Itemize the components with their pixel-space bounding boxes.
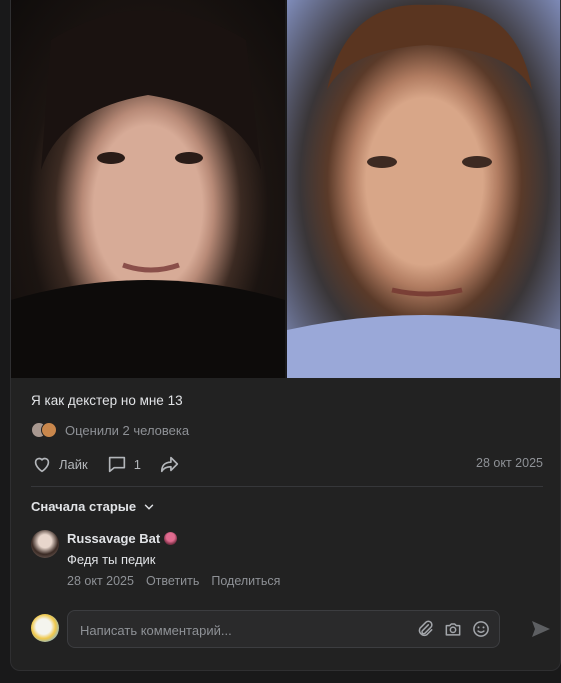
heart-icon — [34, 457, 50, 473]
current-user-avatar[interactable] — [31, 614, 59, 642]
emoji-button[interactable] — [471, 619, 491, 639]
like-label: Лайк — [59, 456, 88, 472]
emoji-icon — [473, 621, 489, 637]
post-caption: Я как декстер но мне 13 — [31, 393, 183, 408]
share-link[interactable]: Поделиться — [211, 574, 280, 588]
post-actions: Лайк 1 28 окт 2025 — [31, 452, 543, 476]
comment-input-box — [67, 610, 500, 648]
post-photo-right[interactable] — [287, 0, 560, 378]
liker-avatars — [31, 422, 57, 438]
comment-date[interactable]: 28 окт 2025 — [67, 574, 134, 588]
likes-summary-text: Оценили 2 человека — [65, 422, 190, 438]
comments-sort-dropdown[interactable]: Сначала старые — [31, 499, 156, 514]
photo-right-illustration — [287, 4, 560, 378]
reply-link[interactable]: Ответить — [146, 574, 199, 588]
comment-text: Федя ты педик — [67, 552, 156, 567]
liker-avatar — [41, 422, 57, 438]
comment-count: 1 — [133, 456, 141, 472]
send-icon — [532, 621, 550, 637]
send-button[interactable] — [529, 617, 553, 641]
attach-button[interactable] — [415, 619, 435, 639]
photo-collage — [11, 0, 560, 378]
section-divider — [31, 486, 543, 487]
like-button[interactable]: Лайк — [31, 453, 88, 475]
comment-item: Russavage Bat Федя ты педик 28 окт 2025 … — [31, 528, 543, 590]
sort-label: Сначала старые — [31, 499, 137, 514]
post-date[interactable]: 28 окт 2025 — [476, 456, 543, 470]
comment-author-avatar[interactable] — [31, 530, 59, 558]
comment-author-name: Russavage Bat — [67, 531, 161, 546]
comment-input[interactable] — [80, 620, 410, 640]
share-icon — [160, 456, 179, 473]
camera-button[interactable] — [443, 619, 463, 639]
comment-button[interactable]: 1 — [106, 453, 141, 475]
photo-left-illustration — [11, 10, 285, 378]
comment-meta: 28 окт 2025 Ответить Поделиться — [67, 574, 280, 588]
comment-composer — [31, 610, 550, 648]
comment-icon — [108, 456, 125, 473]
post-photo-left[interactable] — [11, 0, 285, 378]
post-card: Я как декстер но мне 13 Оценили 2 челове… — [10, 0, 561, 671]
composer-tools — [415, 619, 491, 639]
likes-summary[interactable]: Оценили 2 человека — [31, 422, 189, 438]
chevron-down-icon — [144, 504, 154, 510]
paperclip-icon — [418, 620, 433, 637]
camera-icon — [445, 623, 461, 636]
author-status-emoji-icon — [164, 532, 178, 545]
comment-author[interactable]: Russavage Bat — [67, 531, 178, 546]
share-button[interactable] — [159, 453, 181, 475]
